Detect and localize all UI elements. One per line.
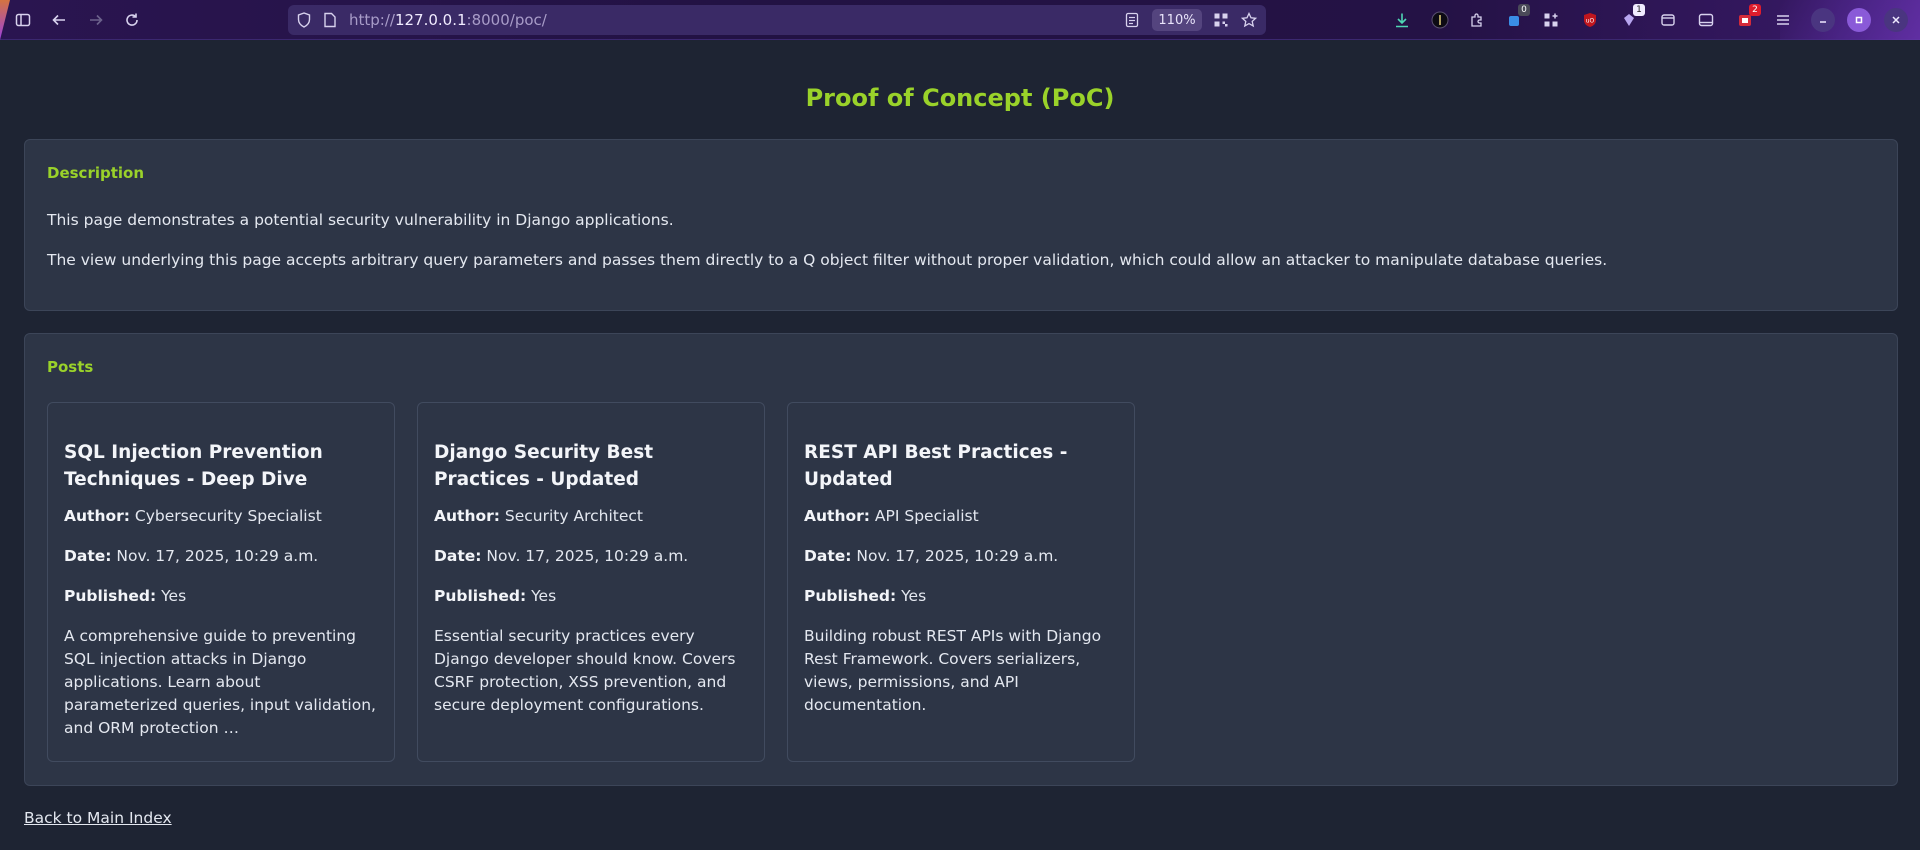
post-author: Author: API Specialist — [804, 505, 1118, 527]
published-value: Yes — [161, 587, 187, 605]
author-label: Author: — [64, 507, 130, 525]
author-value: Security Architect — [504, 507, 643, 525]
description-heading: Description — [47, 164, 145, 182]
post-title: SQL Injection Prevention Techniques - De… — [64, 442, 323, 490]
author-label: Author: — [804, 507, 870, 525]
page-icon[interactable] — [322, 12, 338, 28]
download-icon[interactable] — [1390, 8, 1414, 32]
post-body: Building robust REST APIs with Django Re… — [804, 627, 1102, 714]
svg-text:uO: uO — [1586, 18, 1595, 25]
published-value: Yes — [901, 587, 927, 605]
star-icon[interactable] — [1241, 12, 1257, 28]
author-value: Cybersecurity Specialist — [134, 507, 322, 525]
qr-code-icon[interactable] — [1213, 12, 1229, 28]
page-title: Proof of Concept (PoC) — [805, 84, 1115, 112]
description-panel: Description This page demonstrates a pot… — [24, 139, 1898, 311]
published-label: Published: — [64, 587, 157, 605]
page-content: Proof of Concept (PoC) Description This … — [0, 40, 1920, 850]
extension-count-badge: 0 — [1518, 4, 1530, 16]
post-date: Date: Nov. 17, 2025, 10:29 a.m. — [804, 545, 1118, 567]
reader-view-icon[interactable] — [1124, 12, 1140, 28]
post-title: REST API Best Practices - Updated — [804, 442, 1068, 490]
pocket-icon[interactable] — [1656, 8, 1680, 32]
posts-panel: Posts SQL Injection Prevention Technique… — [24, 333, 1898, 786]
posts-heading: Posts — [47, 358, 94, 376]
forward-arrow-icon[interactable] — [84, 8, 108, 32]
post-author: Author: Security Architect — [434, 505, 748, 527]
post-title: Django Security Best Practices - Updated — [434, 442, 654, 490]
url-path: :8000/poc/ — [466, 11, 547, 29]
post-published: Published: Yes — [434, 585, 748, 607]
date-label: Date: — [64, 547, 112, 565]
date-value: Nov. 17, 2025, 10:29 a.m. — [856, 547, 1059, 565]
post-date: Date: Nov. 17, 2025, 10:29 a.m. — [64, 545, 378, 567]
date-label: Date: — [804, 547, 852, 565]
post-card: REST API Best Practices - Updated Author… — [787, 402, 1135, 762]
minimize-icon[interactable] — [1811, 8, 1835, 32]
close-icon[interactable] — [1884, 8, 1908, 32]
post-date: Date: Nov. 17, 2025, 10:29 a.m. — [434, 545, 748, 567]
gem-extension-icon[interactable]: 1 — [1617, 4, 1645, 32]
post-body: Essential security practices every Djang… — [434, 627, 736, 714]
date-label: Date: — [434, 547, 482, 565]
post-author: Author: Cybersecurity Specialist — [64, 505, 378, 527]
author-label: Author: — [434, 507, 500, 525]
sidebar-icon[interactable] — [11, 8, 35, 32]
post-card: Django Security Best Practices - Updated… — [417, 402, 765, 762]
grid-plus-icon[interactable] — [1539, 8, 1563, 32]
date-value: Nov. 17, 2025, 10:29 a.m. — [116, 547, 319, 565]
published-label: Published: — [804, 587, 897, 605]
ublock-icon[interactable]: uO — [1578, 8, 1602, 32]
url-bar[interactable]: http://127.0.0.1:8000/poc/ 110% — [288, 5, 1266, 35]
description-paragraph: This page demonstrates a potential secur… — [47, 211, 674, 229]
post-published: Published: Yes — [64, 585, 378, 607]
menu-icon[interactable] — [1771, 8, 1795, 32]
url-text[interactable]: http://127.0.0.1:8000/poc/ — [349, 11, 547, 29]
alert-extension-icon[interactable]: 2 — [1733, 4, 1761, 32]
alert-badge: 2 — [1749, 4, 1761, 16]
reload-icon[interactable] — [120, 8, 144, 32]
tab-view-icon[interactable] — [1694, 8, 1718, 32]
url-host: 127.0.0.1 — [394, 11, 467, 29]
extension-dark-icon[interactable] — [1428, 8, 1452, 32]
post-published: Published: Yes — [804, 585, 1118, 607]
back-to-main-index-link[interactable]: Back to Main Index — [24, 809, 172, 827]
back-arrow-icon[interactable] — [47, 8, 71, 32]
browser-toolbar: http://127.0.0.1:8000/poc/ 110% 0 uO 1 2 — [0, 0, 1920, 40]
url-scheme: http:// — [349, 11, 395, 29]
published-label: Published: — [434, 587, 527, 605]
post-card: SQL Injection Prevention Techniques - De… — [47, 402, 395, 762]
shield-icon[interactable] — [296, 12, 312, 28]
notification-badge: 1 — [1633, 4, 1645, 16]
description-paragraph: The view underlying this page accepts ar… — [47, 251, 1608, 269]
date-value: Nov. 17, 2025, 10:29 a.m. — [486, 547, 689, 565]
author-value: API Specialist — [874, 507, 979, 525]
zoom-level-button[interactable]: 110% — [1152, 9, 1202, 31]
maximize-icon[interactable] — [1847, 8, 1871, 32]
theme-accent — [0, 0, 10, 40]
extensions-puzzle-icon[interactable] — [1465, 8, 1489, 32]
container-extension-icon[interactable]: 0 — [1502, 4, 1530, 32]
published-value: Yes — [531, 587, 557, 605]
post-body: A comprehensive guide to preventing SQL … — [64, 627, 376, 737]
